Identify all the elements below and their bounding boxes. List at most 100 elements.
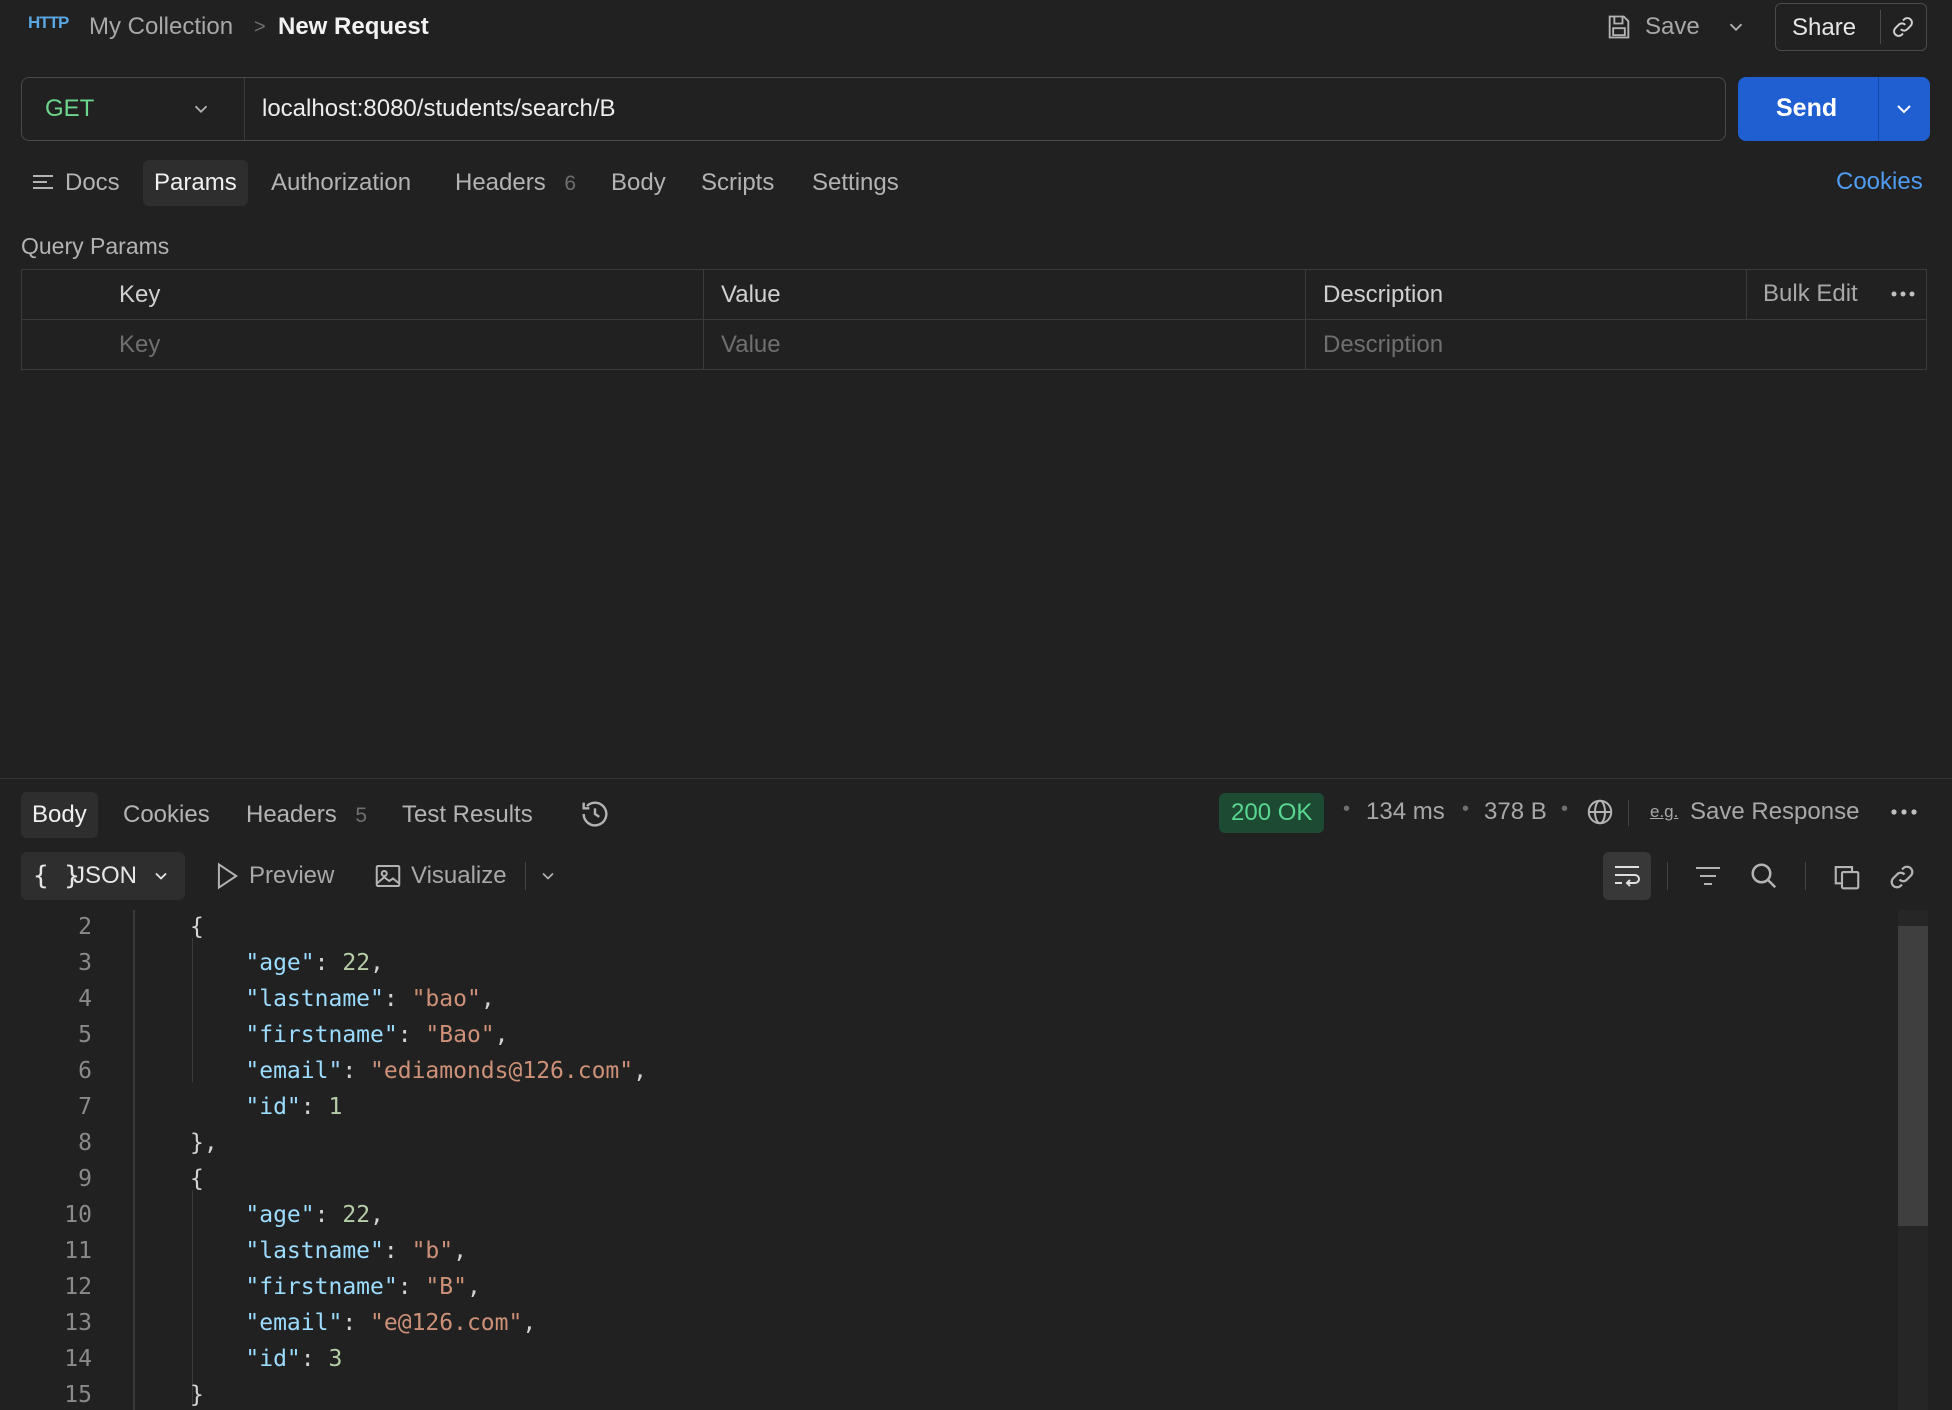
save-response-button[interactable]: Save Response (1690, 797, 1859, 827)
resp-tab-headers-label: Headers (246, 801, 337, 828)
toolbar-divider (1805, 862, 1806, 890)
format-select[interactable]: { } JSON (21, 852, 185, 900)
tab-authorization-label: Authorization (271, 169, 412, 196)
docs-icon (31, 172, 55, 194)
search-icon[interactable] (1749, 861, 1779, 891)
line-number: 9 (78, 1166, 92, 1192)
tab-body[interactable]: Body (600, 160, 677, 206)
play-icon[interactable] (213, 861, 241, 891)
copy-icon[interactable] (1832, 862, 1862, 892)
tab-body-label: Body (611, 169, 666, 196)
code-line: "age": 22, (245, 950, 384, 976)
cookies-link[interactable]: Cookies (1836, 167, 1923, 197)
response-divider[interactable] (0, 778, 1952, 779)
breadcrumb-collection[interactable]: My Collection (89, 12, 233, 42)
request-title[interactable]: New Request (278, 12, 429, 42)
format-label: JSON (73, 862, 138, 889)
viewer-options-chevron-down-icon[interactable] (538, 866, 558, 886)
value-input[interactable]: Value (721, 330, 781, 360)
line-number: 15 (64, 1382, 92, 1408)
code-line: "id": 3 (245, 1346, 343, 1372)
code-line: "email": "ediamonds@126.com", (245, 1058, 647, 1084)
line-number: 5 (78, 1022, 92, 1048)
tab-headers-label: Headers (455, 169, 546, 196)
toolbar-divider (1667, 862, 1668, 890)
tab-headers[interactable]: Headers 6 (444, 160, 587, 206)
tab-params-label: Params (154, 169, 237, 196)
col-header-key: Key (119, 281, 161, 308)
resp-tab-headers[interactable]: Headers 5 (235, 792, 378, 838)
wrap-icon (1613, 863, 1641, 889)
copy-link-icon[interactable] (1887, 862, 1917, 892)
visualize-button[interactable]: Visualize (411, 861, 507, 891)
save-button[interactable]: Save (1645, 12, 1700, 42)
save-options-chevron-down-icon[interactable] (1725, 14, 1747, 40)
tab-authorization[interactable]: Authorization (260, 160, 422, 206)
share-divider (1880, 10, 1881, 44)
send-options-chevron-down-icon[interactable] (1892, 97, 1916, 121)
resp-tab-test-results-label: Test Results (402, 801, 533, 828)
meta-separator: • (1343, 798, 1351, 820)
tab-headers-count: 6 (564, 172, 577, 195)
image-icon[interactable] (373, 861, 403, 891)
line-number: 3 (78, 950, 92, 976)
code-line: } (190, 1382, 204, 1408)
send-button[interactable]: Send (1776, 93, 1837, 123)
share-group: Share (1775, 3, 1927, 51)
share-button[interactable]: Share (1792, 13, 1856, 43)
resp-tab-test-results[interactable]: Test Results (391, 792, 544, 838)
tab-scripts[interactable]: Scripts (690, 160, 785, 206)
preview-button[interactable]: Preview (249, 861, 334, 891)
line-number: 10 (64, 1202, 92, 1228)
line-number: 6 (78, 1058, 92, 1084)
line-number: 2 (78, 914, 92, 940)
filter-icon[interactable] (1694, 863, 1722, 889)
chevron-down-icon (190, 98, 212, 120)
code-line: "firstname": "B", (245, 1274, 481, 1300)
method-label: GET (45, 95, 95, 122)
col-divider-3 (1746, 270, 1747, 319)
code-line: }, (190, 1130, 218, 1156)
line-number: 12 (64, 1274, 92, 1300)
tab-docs[interactable]: Docs (23, 160, 131, 206)
status-badge: 200 OK (1219, 793, 1325, 833)
resp-tab-body-label: Body (32, 801, 87, 828)
method-select[interactable]: GET (22, 78, 245, 140)
url-input[interactable]: localhost:8080/students/search/B (262, 94, 616, 124)
code-line: "id": 1 (245, 1094, 343, 1120)
scrollbar-thumb[interactable] (1898, 926, 1928, 1226)
meta-separator: • (1561, 798, 1569, 820)
code-line: "lastname": "b", (245, 1238, 467, 1264)
resp-tab-headers-count: 5 (355, 804, 368, 827)
link-icon[interactable] (1890, 14, 1916, 40)
description-input[interactable]: Description (1323, 330, 1443, 360)
tab-settings-label: Settings (812, 169, 899, 196)
response-time[interactable]: 134 ms (1366, 797, 1445, 827)
line-number: 4 (78, 986, 92, 1012)
tab-params[interactable]: Params (143, 160, 248, 206)
wrap-toggle[interactable] (1603, 852, 1651, 900)
response-more-icon[interactable] (1889, 802, 1919, 822)
history-icon[interactable] (578, 797, 612, 831)
url-bar: GET localhost:8080/students/search/B (21, 77, 1726, 141)
response-size[interactable]: 378 B (1484, 797, 1547, 827)
code-line: { (190, 914, 204, 940)
resp-tab-cookies[interactable]: Cookies (112, 792, 221, 838)
more-icon[interactable] (1889, 284, 1917, 304)
key-input[interactable]: Key (119, 330, 160, 360)
resp-tab-cookies-label: Cookies (123, 801, 210, 828)
bulk-edit-button[interactable]: Bulk Edit (1763, 279, 1858, 309)
query-params-title: Query Params (21, 233, 170, 259)
tab-settings[interactable]: Settings (801, 160, 910, 206)
http-logo-icon: HTTP (28, 13, 69, 32)
resp-tab-body[interactable]: Body (21, 792, 98, 838)
params-table: Key Value Description Bulk Edit Key Valu… (21, 269, 1927, 370)
save-icon[interactable] (1605, 13, 1633, 41)
response-body-viewer[interactable]: 2 {3 "age": 22, 4 "lastname": "bao", 5 "fir… (0, 910, 1952, 1410)
send-group: Send (1738, 77, 1930, 141)
meta-divider (1628, 800, 1629, 826)
viewer-divider (525, 862, 526, 890)
globe-icon[interactable] (1585, 797, 1615, 827)
col-header-value: Value (721, 281, 781, 308)
col-divider-1 (703, 270, 704, 369)
